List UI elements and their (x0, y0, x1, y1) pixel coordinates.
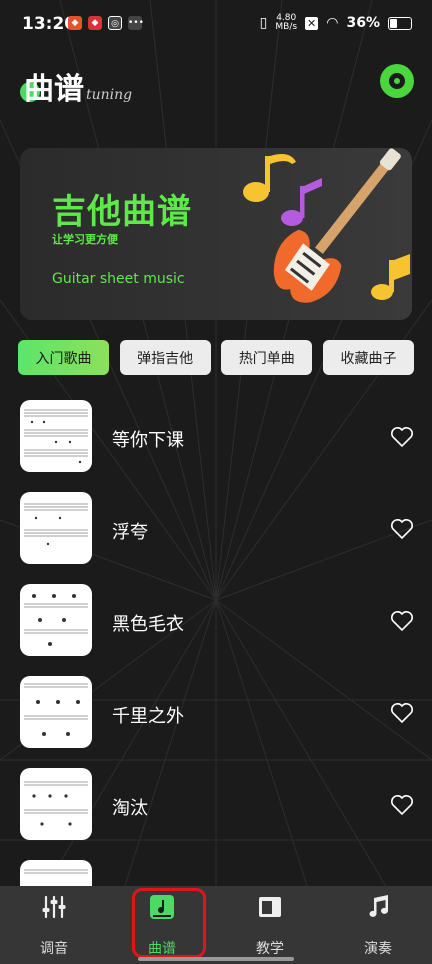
app-logo: 曲谱 tuning (20, 64, 133, 108)
app-notification-icon: ◆ (68, 16, 82, 30)
app-notification-icon: ◎ (108, 16, 122, 30)
network-speed: 4.80 MB/s (275, 13, 298, 32)
logo-text: 曲谱 (24, 72, 84, 107)
guitar-illustration (243, 148, 410, 303)
song-title: 浮夸 (112, 522, 148, 543)
system-status: ▯ 4.80 MB/s ✕ ◠ 36% (260, 14, 412, 32)
list-item[interactable]: 千里之外 (0, 676, 432, 768)
nav-label: 调音 (40, 941, 68, 957)
song-title: 黑色毛衣 (112, 614, 184, 635)
app-notification-icon: ◆ (88, 16, 102, 30)
banner-english-text: Guitar sheet music (52, 271, 185, 287)
heart-icon[interactable] (390, 518, 414, 540)
list-item[interactable]: 等你下课 (0, 400, 432, 492)
home-indicator[interactable] (138, 957, 294, 961)
sheet-thumbnail (20, 584, 92, 656)
vibrate-icon: ▯ (259, 15, 268, 31)
sheet-thumbnail (20, 768, 92, 840)
more-notifications-icon: ••• (128, 16, 144, 30)
heart-icon[interactable] (390, 794, 414, 816)
list-item[interactable]: 黑色毛衣 (0, 584, 432, 676)
settings-button[interactable] (380, 64, 414, 98)
app-header: 曲谱 tuning (0, 58, 432, 108)
music-note-icon (369, 895, 388, 917)
selection-highlight (132, 888, 206, 958)
nav-perform[interactable]: 演奏 (338, 886, 418, 964)
settings-icon (389, 73, 405, 89)
nav-teaching[interactable]: 教学 (230, 886, 310, 964)
guitar-banner[interactable]: 吉他曲谱 让学习更方便 Guitar sheet music (20, 148, 412, 320)
wifi-icon: ◠ (326, 15, 339, 31)
music-note-icon (281, 178, 322, 226)
song-list: 等你下课 浮夸 黑色毛衣 千里之外 淘汰 (0, 400, 432, 952)
list-item[interactable]: 淘汰 (0, 768, 432, 860)
nav-tuning[interactable]: 调音 (14, 886, 94, 964)
heart-icon[interactable] (390, 426, 414, 448)
banner-title: 吉他曲谱 (52, 192, 192, 232)
sheet-thumbnail (20, 400, 92, 472)
song-title: 千里之外 (112, 706, 184, 727)
list-item[interactable]: 浮夸 (0, 492, 432, 584)
logo-subtext: tuning (86, 87, 133, 103)
book-icon (259, 897, 281, 917)
tab-hot-singles[interactable]: 热门单曲 (221, 340, 313, 375)
battery-icon (388, 16, 412, 30)
status-bar: 13:20 ◆ ◆ ◎ ••• ▯ 4.80 MB/s ✕ ◠ 36% (0, 0, 432, 52)
song-title: 等你下课 (112, 430, 184, 451)
sheet-thumbnail (20, 676, 92, 748)
song-title: 淘汰 (112, 798, 148, 819)
notification-icons: ◆ ◆ ◎ ••• (68, 16, 144, 30)
tab-favorites[interactable]: 收藏曲子 (322, 340, 414, 375)
category-tabs: 入门歌曲 弹指吉他 热门单曲 收藏曲子 (18, 340, 414, 376)
no-sim-icon: ✕ (305, 16, 319, 30)
tab-beginner-songs[interactable]: 入门歌曲 (18, 340, 109, 375)
sliders-icon (42, 895, 66, 919)
tab-fingerstyle[interactable]: 弹指吉他 (119, 340, 211, 375)
music-note-icon (371, 254, 410, 300)
bottom-navigation: 调音 曲谱 教学 演奏 (0, 886, 432, 964)
battery-percent: 36% (346, 15, 380, 31)
nav-label: 演奏 (364, 941, 392, 957)
heart-icon[interactable] (390, 702, 414, 724)
music-note-icon (243, 154, 296, 202)
banner-subtitle: 让学习更方便 (52, 233, 118, 246)
nav-label: 教学 (256, 941, 284, 957)
sheet-thumbnail (20, 492, 92, 564)
heart-icon[interactable] (390, 610, 414, 632)
